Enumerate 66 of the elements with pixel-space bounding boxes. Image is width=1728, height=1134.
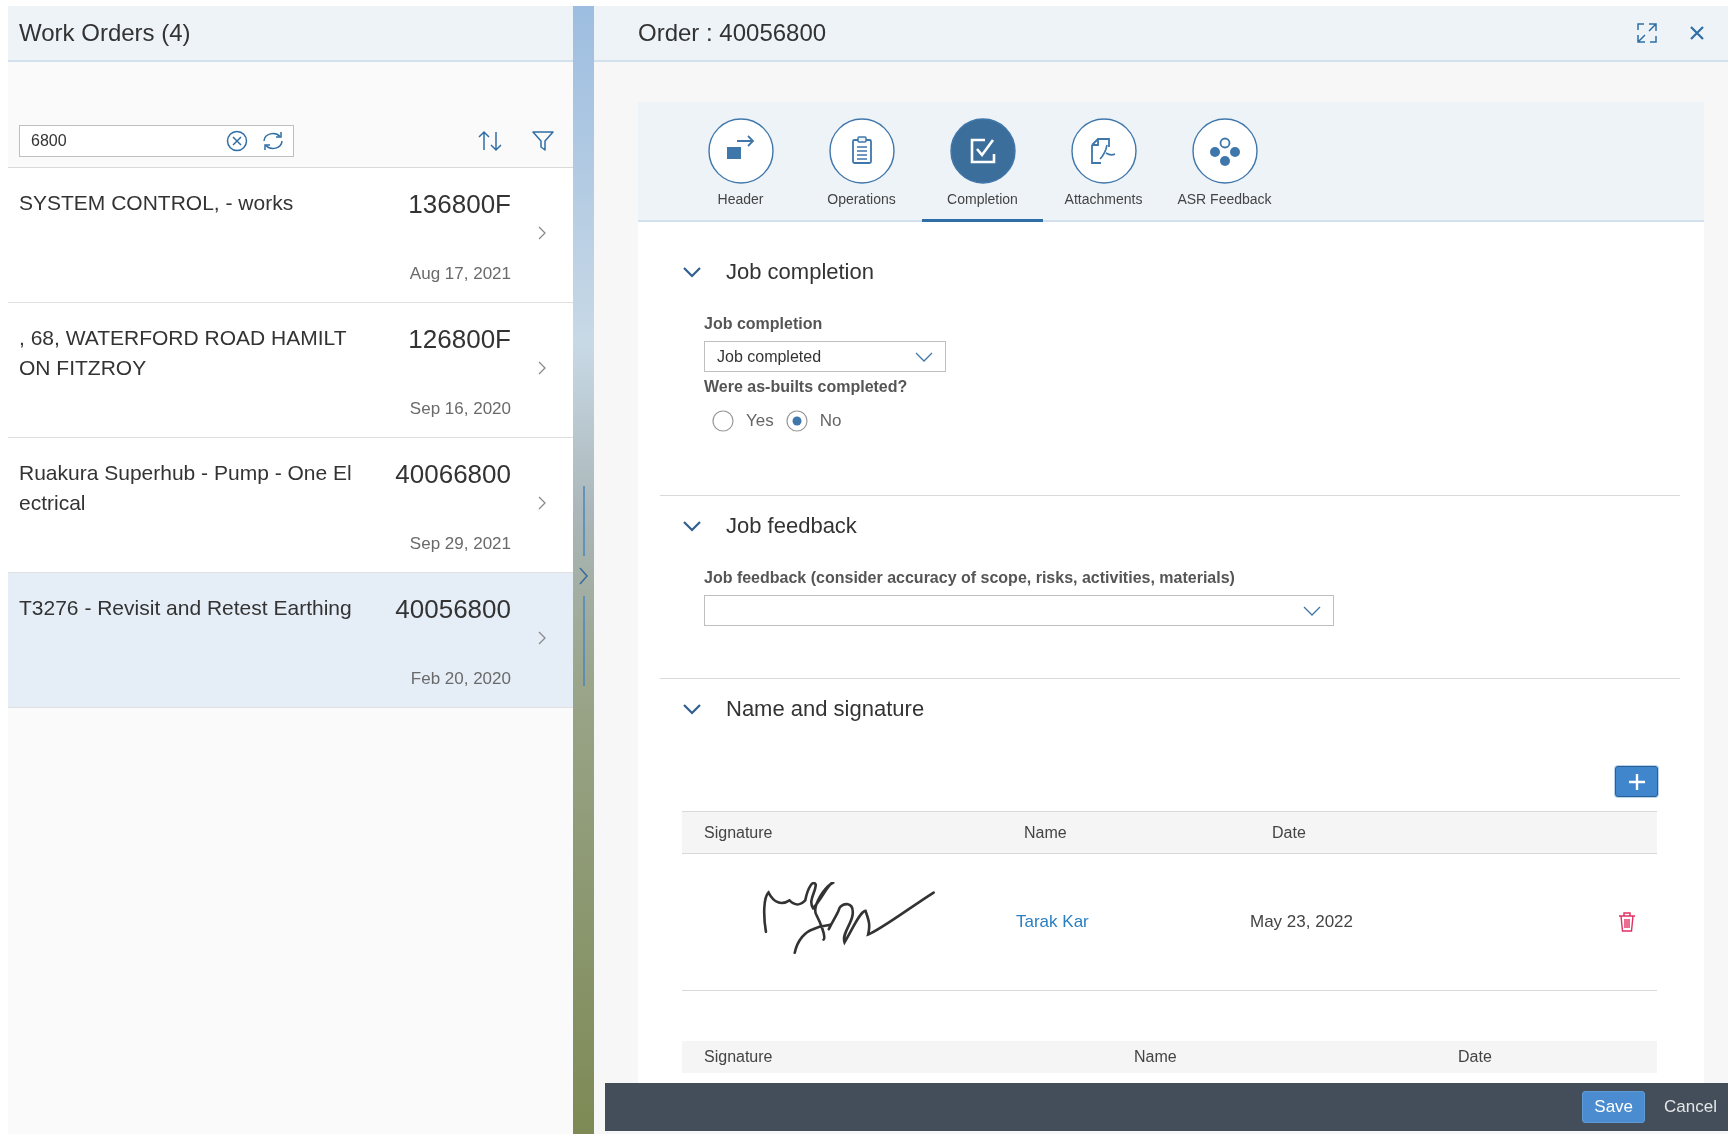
section-title: Name and signature [726,696,925,722]
order-number: 40066800 [394,458,511,490]
item-date: Aug 17, 2021 [408,264,511,284]
chevron-down-icon[interactable] [682,266,702,278]
field-label: Job completion [704,315,824,333]
radio-button[interactable]: No [785,410,842,432]
column-header: Date [1271,823,1307,842]
tab[interactable]: Operations [801,117,922,222]
close-icon[interactable] [1688,24,1706,42]
cancel-button[interactable]: Cancel [1653,1091,1728,1123]
dropdown-field[interactable] [704,595,1334,626]
item-title: Ruakura Superhub - Pump - One Electrical [19,460,353,516]
tab-icon [706,117,775,185]
list-item[interactable]: Ruakura Superhub - Pump - One Electrical 40066800 Sep 29, 2021 [8,438,573,573]
tab[interactable]: Attachments [1043,117,1164,222]
radio-button[interactable]: Yes [712,410,774,432]
tab-icon [1190,117,1259,185]
chevron-right-icon [537,225,547,241]
list-item[interactable]: T3276 - Revisit and Retest Earthing 40056800 Feb 20, 2020 [8,573,573,708]
tab-icon [948,117,1017,185]
chevron-right-icon [537,360,547,376]
collapse-handle-icon[interactable] [576,486,591,686]
search-field[interactable]: 6800 [19,125,294,157]
column-header: Signature [703,823,774,842]
item-date: Sep 29, 2021 [408,534,511,554]
fullscreen-icon[interactable] [1636,22,1658,44]
chevron-right-icon [537,495,547,511]
tab[interactable]: Completion [922,117,1043,222]
column-header: Date [1457,1048,1493,1066]
column-header: Signature [703,1048,774,1066]
item-date: Sep 16, 2020 [408,399,511,419]
tab[interactable]: Header [680,117,801,222]
column-header: Name [1133,1048,1178,1066]
save-button[interactable]: Save [1582,1091,1646,1123]
plus-icon [1626,771,1647,792]
field-label: Job feedback (consider accuracy of scope, risks, activities, materials) [704,569,1236,587]
order-number: 136800F [407,188,511,220]
chevron-down-icon[interactable] [682,703,702,715]
order-number: 40056800 [394,593,511,625]
chevron-right-icon [537,630,547,646]
field-label: Were as-builts completed? [704,378,909,396]
chevron-down-icon[interactable] [682,520,702,532]
item-title: T3276 - Revisit and Retest Earthing [19,595,353,621]
list-item[interactable]: , 68, WATERFORD ROAD HAMILTON FITZROY 126800F Sep 16, 2020 [8,303,573,438]
item-title: SYSTEM CONTROL, - works [19,190,295,216]
dropdown-field[interactable]: Job completed [704,341,946,372]
filter-icon[interactable] [531,130,555,152]
item-title: , 68, WATERFORD ROAD HAMILTON FITZROY [19,325,348,381]
name-link[interactable]: Tarak Kar [1002,912,1250,932]
panel-title: Work Orders (4) [19,19,191,47]
delete-icon[interactable] [1617,911,1637,933]
refresh-icon[interactable] [260,130,286,152]
tab[interactable]: ASR Feedback [1164,117,1285,222]
order-number: 126800F [407,323,511,355]
tab-icon [1069,117,1138,185]
section-title: Job completion [726,259,874,285]
sort-icon[interactable] [477,129,503,153]
item-date: Feb 20, 2020 [409,669,511,689]
table-cell-text: May 23, 2022 [1250,912,1354,932]
clear-icon[interactable] [226,130,248,152]
tab-icon [827,117,896,185]
column-header: Name [1023,823,1068,842]
detail-title: Order : 40056800 [638,19,827,47]
section-title: Job feedback [726,513,857,539]
list-item[interactable]: SYSTEM CONTROL, - works 136800F Aug 17, 2021 [8,168,573,303]
add-button[interactable] [1615,766,1658,797]
